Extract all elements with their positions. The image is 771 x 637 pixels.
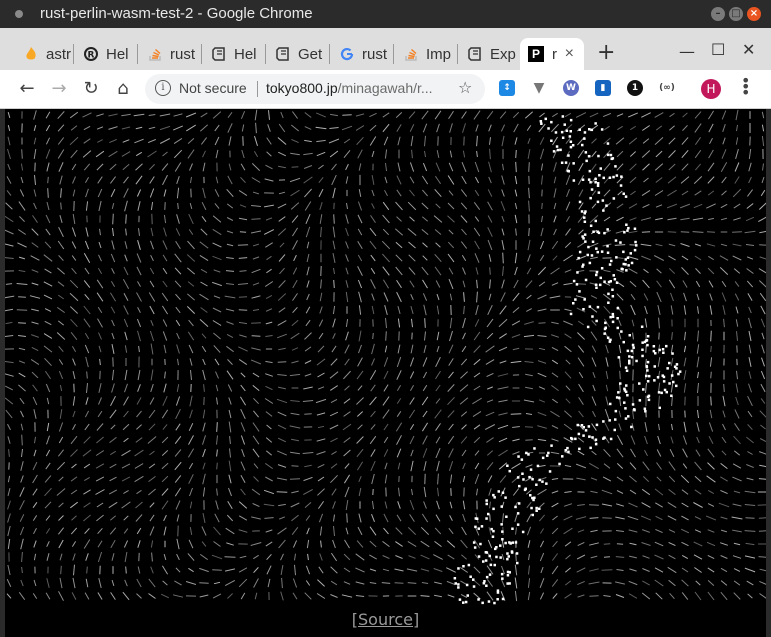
toolbar: ← → ↻ ⌂ i Not secure tokyo800.jp/minagaw… <box>0 70 771 109</box>
close-icon[interactable]: ✕ <box>742 40 755 59</box>
tab-strip: astr R Hel rust Hel Get rust Imp Exp P r… <box>0 28 771 70</box>
source-link[interactable]: [Source] <box>352 610 419 629</box>
minimize-icon[interactable]: — <box>679 42 695 61</box>
tab-label: astr <box>46 45 72 63</box>
forward-arrow-icon[interactable]: → <box>49 78 69 99</box>
tab-1[interactable]: R Hel <box>74 38 138 70</box>
security-label: Not secure <box>179 80 247 96</box>
tab-7[interactable]: Exp <box>458 38 520 70</box>
close-window-icon[interactable]: × <box>747 7 761 21</box>
google-icon <box>340 47 354 61</box>
url-host: tokyo800.jp <box>266 80 338 96</box>
stackoverflow-icon <box>404 47 418 61</box>
browser-window: rust-perlin-wasm-test-2 - Google Chrome … <box>0 0 771 637</box>
tab-label: Hel <box>106 45 129 63</box>
reload-icon[interactable]: ↻ <box>81 78 101 99</box>
p-square-icon: P <box>528 46 544 62</box>
tab-label: rust <box>362 45 388 63</box>
home-icon[interactable]: ⌂ <box>113 78 133 99</box>
extension-vue-icon[interactable]: ▼ <box>531 80 547 96</box>
tab-label: rust <box>170 45 196 63</box>
close-tab-icon[interactable]: × <box>565 45 574 63</box>
profile-avatar[interactable]: H <box>701 79 721 99</box>
url-text[interactable]: tokyo800.jp/minagawah/r... <box>266 80 433 96</box>
extension-1password-icon[interactable]: 1 <box>627 80 643 96</box>
tab-2[interactable]: rust <box>138 38 202 70</box>
tab-6[interactable]: Imp <box>394 38 458 70</box>
svg-text:R: R <box>88 51 95 61</box>
title-bar: rust-perlin-wasm-test-2 - Google Chrome … <box>0 0 771 28</box>
app-icon <box>15 10 23 18</box>
extension-wa-icon[interactable]: W <box>563 80 579 96</box>
tab-3[interactable]: Hel <box>202 38 266 70</box>
minimize-window-icon[interactable]: – <box>711 7 725 21</box>
tab-0[interactable]: astr <box>14 38 74 70</box>
book-icon <box>468 47 482 61</box>
tab-8-active[interactable]: P r × <box>520 38 584 70</box>
extension-link-icon[interactable]: (∞) <box>659 80 675 96</box>
bookmark-star-icon[interactable]: ☆ <box>458 78 472 97</box>
source-link-container: [Source] <box>5 610 766 629</box>
menu-kebab-icon[interactable]: • • • <box>741 73 750 101</box>
tab-label: Get <box>298 45 323 63</box>
window-title: rust-perlin-wasm-test-2 - Google Chrome <box>40 5 313 22</box>
extension-translate-icon[interactable]: ↕ <box>499 80 515 96</box>
page-content: [Source] <box>5 109 766 637</box>
tab-label: r <box>552 45 557 63</box>
new-tab-button[interactable]: + <box>597 40 615 65</box>
rust-logo-icon: R <box>84 47 98 61</box>
book-icon <box>276 47 290 61</box>
maximize-window-icon[interactable]: □ <box>729 7 743 21</box>
book-icon <box>212 47 226 61</box>
tab-label: Exp <box>490 45 516 63</box>
maximize-icon[interactable]: ☐ <box>711 40 725 59</box>
info-icon[interactable]: i <box>155 80 171 96</box>
url-path: /minagawah/r... <box>337 80 433 96</box>
tab-5[interactable]: rust <box>330 38 394 70</box>
tab-4[interactable]: Get <box>266 38 330 70</box>
address-bar[interactable]: i Not secure tokyo800.jp/minagawah/r... … <box>145 74 485 104</box>
extension-ruler-icon[interactable]: ▮ <box>595 80 611 96</box>
tab-label: Imp <box>426 45 452 63</box>
tab-label: Hel <box>234 45 257 63</box>
perlin-flow-field-canvas <box>5 109 766 605</box>
flame-icon <box>24 47 38 61</box>
stackoverflow-icon <box>148 47 162 61</box>
back-arrow-icon[interactable]: ← <box>17 78 37 99</box>
